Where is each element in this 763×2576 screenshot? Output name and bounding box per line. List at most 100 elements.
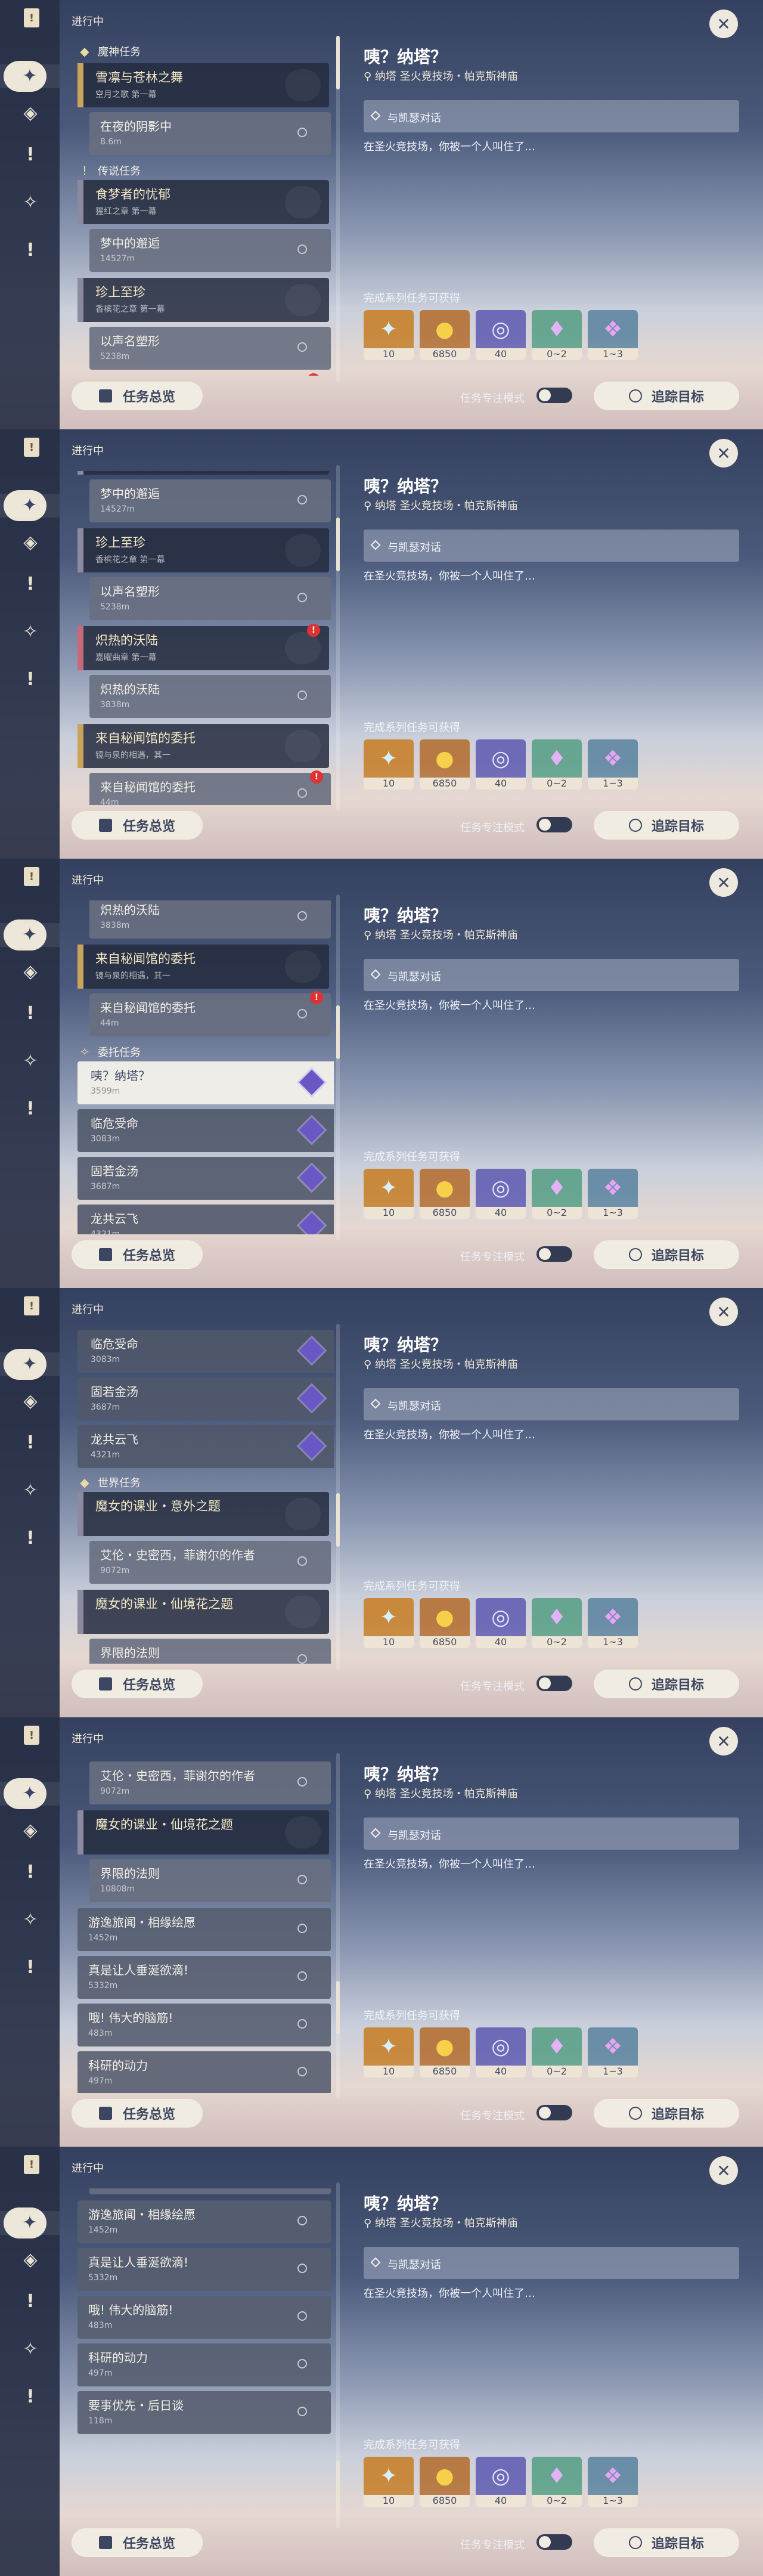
reward-item[interactable]: ❖ 1~3 bbox=[588, 739, 638, 789]
quest-card[interactable]: 炽热的沃陆 嘉曜曲章 第一幕 bbox=[77, 626, 329, 670]
quest-step[interactable]: 以声名塑形 5238m bbox=[89, 577, 331, 620]
quest-list-scroll[interactable]: ◆魔神任务雪凛与苍林之舞空月之歌 第一幕在夜的阴影中8.6m!传说任务食梦者的忧… bbox=[66, 42, 334, 376]
quest-card[interactable]: 魔女的课业・仙境花之题 bbox=[77, 1590, 329, 1634]
quest-step[interactable]: 界限的法则10808m bbox=[89, 1859, 331, 1902]
archon-quests-tab[interactable]: ◈ bbox=[18, 2248, 42, 2272]
world-quest-item[interactable]: 游逸旅闻・相缘绘愿 1452m bbox=[77, 2200, 331, 2243]
all-quests-tab[interactable]: ✦ bbox=[0, 2207, 60, 2238]
commission-quests-tab[interactable]: ✧ bbox=[18, 1049, 42, 1073]
quest-overview-button[interactable]: 任务总览 bbox=[72, 2099, 203, 2128]
quest-step[interactable]: 在夜的阴影中 8.6m bbox=[89, 112, 331, 155]
world-quests-tab[interactable]: ! bbox=[18, 2385, 42, 2409]
focus-mode-toggle[interactable] bbox=[536, 388, 572, 403]
track-target-button[interactable]: 追踪目标 bbox=[594, 2528, 739, 2557]
close-button[interactable]: ✕ bbox=[709, 1298, 738, 1326]
quest-card[interactable]: 魔女的课业・仙境花之题 bbox=[77, 1810, 329, 1854]
quest-book-icon[interactable]: ! bbox=[24, 8, 39, 27]
objective-row[interactable]: 与凯瑟对话 bbox=[364, 100, 739, 132]
focus-mode-toggle[interactable] bbox=[536, 1676, 572, 1691]
scroll-thumb[interactable] bbox=[336, 36, 340, 89]
world-quest-item[interactable]: 科研的动力 497m bbox=[77, 2051, 331, 2093]
reward-item[interactable]: ● 6850 bbox=[420, 2027, 470, 2077]
track-target-button[interactable]: 追踪目标 bbox=[594, 1240, 739, 1269]
reward-item[interactable]: ● 6850 bbox=[420, 1598, 470, 1648]
focus-mode-toggle[interactable] bbox=[536, 1246, 572, 1262]
world-quests-tab[interactable]: ! bbox=[18, 1097, 42, 1121]
reward-item[interactable]: ✦ 10 bbox=[364, 2027, 414, 2077]
world-quest-item[interactable]: 游逸旅闻・相缘绘愿 1452m bbox=[77, 1908, 331, 1951]
commission-item[interactable]: 咦？纳塔？ 3599m bbox=[77, 1061, 334, 1104]
quest-list-scrollbar[interactable] bbox=[336, 1753, 340, 2099]
quest-book-icon[interactable]: ! bbox=[24, 2155, 39, 2174]
quest-list-scroll[interactable]: ◆魔神任务雪凛与苍林之舞空月之歌 第一幕在夜的阴影中8.6m!传说任务食梦者的忧… bbox=[66, 2188, 334, 2522]
reward-item[interactable]: ✦ 10 bbox=[364, 739, 414, 789]
objective-row[interactable]: 与凯瑟对话 bbox=[364, 959, 739, 991]
reward-item[interactable]: ❖ 1~3 bbox=[588, 2457, 638, 2507]
objective-row[interactable]: 与凯瑟对话 bbox=[364, 530, 739, 562]
quest-card[interactable]: 雪凛与苍林之舞 空月之歌 第一幕 bbox=[77, 63, 329, 107]
commission-quests-tab[interactable]: ✧ bbox=[18, 191, 42, 215]
quest-step[interactable]: 界限的法则10808m bbox=[89, 1639, 331, 1664]
track-target-button[interactable]: 追踪目标 bbox=[594, 1670, 739, 1698]
quest-step[interactable]: 炽热的沃陆 3838m bbox=[89, 675, 331, 718]
quest-step[interactable]: 界限的法则10808m bbox=[89, 2188, 331, 2194]
quest-card[interactable]: 魔女的课业・意外之题 bbox=[77, 1492, 329, 1536]
world-quest-item[interactable]: 真是让人垂涎欲滴! 5332m bbox=[77, 1956, 331, 1999]
reward-item[interactable]: ◎ 40 bbox=[476, 2027, 526, 2077]
archon-quests-tab[interactable]: ◈ bbox=[18, 1389, 42, 1413]
all-quests-tab[interactable]: ✦ bbox=[0, 1778, 60, 1809]
quest-list-scrollbar[interactable] bbox=[336, 465, 340, 811]
reward-item[interactable]: ✦ 10 bbox=[364, 310, 414, 360]
objective-row[interactable]: 与凯瑟对话 bbox=[364, 2247, 739, 2279]
quest-step[interactable]: 艾伦・史密西，菲谢尔的作者 9072m bbox=[89, 1541, 331, 1584]
reward-item[interactable]: ● 6850 bbox=[420, 739, 470, 789]
world-quest-item[interactable]: 哦! 伟大的脑筋! 483m bbox=[77, 2296, 331, 2339]
commission-item[interactable]: 临危受命 3083m bbox=[77, 1330, 334, 1373]
close-button[interactable]: ✕ bbox=[709, 439, 738, 467]
world-quest-item[interactable]: 哦! 伟大的脑筋! 483m bbox=[77, 2004, 331, 2046]
reward-item[interactable]: ◎ 40 bbox=[476, 739, 526, 789]
quest-step[interactable]: 来自秘闻馆的委托 44m bbox=[89, 773, 331, 805]
reward-item[interactable]: ◎ 40 bbox=[476, 2457, 526, 2507]
world-quests-tab[interactable]: ! bbox=[18, 239, 42, 262]
scroll-thumb[interactable] bbox=[336, 2460, 340, 2514]
reward-item[interactable]: ❖ 1~3 bbox=[588, 1169, 638, 1219]
close-button[interactable]: ✕ bbox=[709, 10, 738, 38]
world-quest-item[interactable]: 真是让人垂涎欲滴! 5332m bbox=[77, 2248, 331, 2291]
legend-quests-tab[interactable]: ! bbox=[18, 1431, 42, 1455]
archon-quests-tab[interactable]: ◈ bbox=[18, 1819, 42, 1843]
scroll-thumb[interactable] bbox=[336, 1005, 340, 1060]
quest-book-icon[interactable]: ! bbox=[24, 1296, 39, 1315]
reward-item[interactable]: ● 6850 bbox=[420, 310, 470, 360]
reward-item[interactable]: ✦ 10 bbox=[364, 1169, 414, 1219]
quest-card[interactable]: 珍上至珍 香槟花之章 第一幕 bbox=[77, 278, 329, 322]
reward-item[interactable]: ◎ 40 bbox=[476, 1169, 526, 1219]
quest-list-scrollbar[interactable] bbox=[336, 36, 340, 382]
scroll-thumb[interactable] bbox=[336, 1981, 340, 2035]
close-button[interactable]: ✕ bbox=[709, 2156, 738, 2185]
quest-list-scroll[interactable]: ◆魔神任务雪凛与苍林之舞空月之歌 第一幕在夜的阴影中8.6m!传说任务食梦者的忧… bbox=[66, 1759, 334, 2093]
world-quest-item[interactable]: 要事优先・后日谈 118m bbox=[77, 2391, 331, 2434]
reward-item[interactable]: ♦ 0~2 bbox=[532, 1169, 582, 1219]
reward-item[interactable]: ◎ 40 bbox=[476, 310, 526, 360]
quest-card[interactable]: 食梦者的忧郁猩红之章 第一幕 bbox=[77, 180, 329, 224]
quest-overview-button[interactable]: 任务总览 bbox=[72, 2528, 203, 2557]
close-button[interactable]: ✕ bbox=[709, 1727, 738, 1755]
quest-card[interactable]: 珍上至珍 香槟花之章 第一幕 bbox=[77, 528, 329, 572]
quest-list-scrollbar[interactable] bbox=[336, 2182, 340, 2528]
reward-item[interactable]: ❖ 1~3 bbox=[588, 310, 638, 360]
quest-step[interactable]: 以声名塑形 5238m bbox=[89, 327, 331, 370]
archon-quests-tab[interactable]: ◈ bbox=[18, 531, 42, 555]
quest-step[interactable]: 艾伦・史密西，菲谢尔的作者 9072m bbox=[89, 1761, 331, 1804]
quest-list-scroll[interactable]: ◆魔神任务雪凛与苍林之舞空月之歌 第一幕在夜的阴影中8.6m!传说任务食梦者的忧… bbox=[66, 1330, 334, 1664]
reward-item[interactable]: ♦ 0~2 bbox=[532, 1598, 582, 1648]
all-quests-tab[interactable]: ✦ bbox=[0, 919, 60, 950]
quest-card[interactable]: 来自秘闻馆的委托 镜与泉的相遇，其一 bbox=[77, 724, 329, 768]
reward-item[interactable]: ❖ 1~3 bbox=[588, 2027, 638, 2077]
reward-item[interactable]: ✦ 10 bbox=[364, 2457, 414, 2507]
world-quest-item[interactable]: 科研的动力 497m bbox=[77, 2343, 331, 2386]
quest-list-scroll[interactable]: ◆魔神任务雪凛与苍林之舞空月之歌 第一幕在夜的阴影中8.6m!传说任务食梦者的忧… bbox=[66, 900, 334, 1234]
reward-item[interactable]: ♦ 0~2 bbox=[532, 310, 582, 360]
quest-step[interactable]: 梦中的邂逅 14527m bbox=[89, 479, 331, 522]
focus-mode-toggle[interactable] bbox=[536, 2534, 572, 2550]
